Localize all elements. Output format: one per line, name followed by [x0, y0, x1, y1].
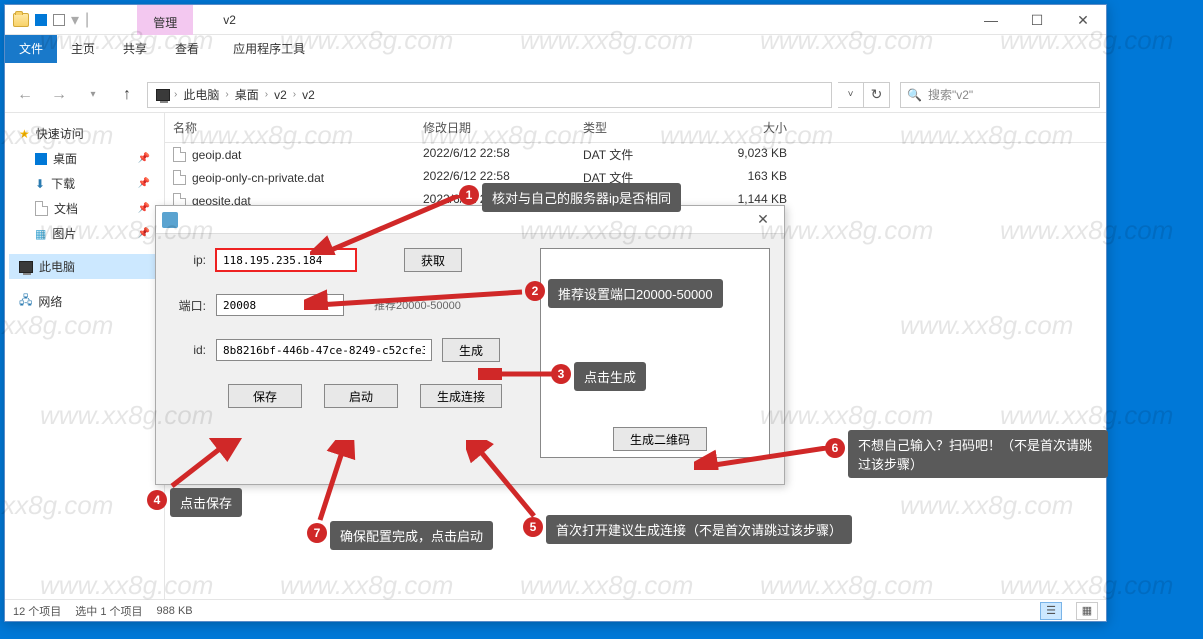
nav-recent-button[interactable]: ▾ — [79, 81, 107, 109]
config-dialog: ✕ ip: 获取 端口: 推荐20000-50000 id: 生成 保存 — [155, 205, 785, 485]
quick-access-toolbar: ▾ | — [5, 5, 97, 34]
context-tab-header: 管理 — [137, 5, 193, 35]
qat-divider: ▾ — [71, 10, 79, 30]
gen-qrcode-button[interactable]: 生成二维码 — [613, 427, 707, 451]
refresh-button[interactable]: ↻ — [864, 82, 890, 108]
nav-up-button[interactable]: ↑ — [113, 81, 141, 109]
nav-pane: ★快速访问 桌面📌 ⬇下载📌 文档📌 ▦图片📌 此电脑 🖧网络 — [5, 113, 165, 599]
maximize-button[interactable]: ☐ — [1014, 5, 1060, 35]
port-hint: 推荐20000-50000 — [374, 297, 461, 313]
qat-icon[interactable] — [35, 14, 47, 26]
nav-downloads[interactable]: ⬇下载📌 — [9, 171, 160, 196]
status-bar: 12 个项目 选中 1 个项目 988 KB ☰ ▦ — [5, 599, 1106, 621]
ip-label: ip: — [170, 253, 206, 267]
folder-icon — [13, 13, 29, 27]
file-icon — [173, 170, 186, 185]
crumb-v2-2[interactable]: v2 — [296, 88, 321, 102]
breadcrumb[interactable]: › 此电脑› 桌面› v2› v2 — [147, 82, 832, 108]
save-button[interactable]: 保存 — [228, 384, 302, 408]
close-button[interactable]: ✕ — [1060, 5, 1106, 35]
tab-view[interactable]: 查看 — [161, 35, 213, 63]
search-placeholder: 搜索"v2" — [928, 86, 973, 103]
ribbon-tabs: 文件 主页 共享 查看 应用程序工具 — [5, 35, 1106, 63]
tab-share[interactable]: 共享 — [109, 35, 161, 63]
window-title: v2 — [193, 5, 968, 34]
col-size[interactable]: 大小 — [695, 113, 795, 142]
nav-pics[interactable]: ▦图片📌 — [9, 221, 160, 246]
nav-back-button[interactable]: ← — [11, 81, 39, 109]
nav-desktop[interactable]: 桌面📌 — [9, 146, 160, 171]
search-icon: 🔍 — [907, 88, 922, 102]
desktop-icon — [35, 153, 47, 165]
status-size: 988 KB — [157, 605, 193, 617]
pic-icon: ▦ — [35, 227, 46, 241]
get-ip-button[interactable]: 获取 — [404, 248, 462, 272]
minimize-button[interactable]: — — [968, 5, 1014, 35]
pin-icon: 📌 — [138, 203, 150, 214]
col-modified[interactable]: 修改日期 — [415, 113, 575, 142]
file-row[interactable]: geoip.dat 2022/6/12 22:58 DAT 文件 9,023 K… — [165, 143, 1106, 166]
status-count: 12 个项目 — [13, 603, 61, 619]
pin-icon: 📌 — [138, 178, 150, 189]
generate-id-button[interactable]: 生成 — [442, 338, 500, 362]
file-icon — [173, 147, 186, 162]
pc-icon — [156, 89, 170, 101]
gen-link-button[interactable]: 生成连接 — [420, 384, 502, 408]
tab-file[interactable]: 文件 — [5, 35, 57, 63]
doc-icon — [35, 201, 48, 216]
qrcode-preview: 生成二维码 — [540, 248, 770, 458]
id-input[interactable] — [216, 339, 432, 361]
nav-quickaccess[interactable]: ★快速访问 — [9, 121, 160, 146]
view-details-button[interactable]: ☰ — [1040, 602, 1062, 620]
address-bar: ← → ▾ ↑ › 此电脑› 桌面› v2› v2 ˅ ↻ 🔍 搜索"v2" — [5, 77, 1106, 113]
start-button[interactable]: 启动 — [324, 384, 398, 408]
titlebar: ▾ | 管理 v2 — ☐ ✕ — [5, 5, 1106, 35]
port-label: 端口: — [170, 297, 206, 314]
dialog-titlebar: ✕ — [156, 206, 784, 234]
col-type[interactable]: 类型 — [575, 113, 695, 142]
file-row[interactable]: geoip-only-cn-private.dat 2022/6/12 22:5… — [165, 166, 1106, 189]
port-input[interactable] — [216, 294, 344, 316]
column-headers: 名称 修改日期 类型 大小 — [165, 113, 1106, 143]
crumb-thispc[interactable]: 此电脑 — [177, 86, 225, 103]
qat-icon[interactable] — [53, 14, 65, 26]
pin-icon: 📌 — [138, 153, 150, 164]
nav-forward-button: → — [45, 81, 73, 109]
star-icon: ★ — [19, 127, 30, 141]
download-icon: ⬇ — [35, 177, 45, 191]
col-name[interactable]: 名称 — [165, 113, 415, 142]
addr-dropdown[interactable]: ˅ — [838, 82, 864, 108]
crumb-v2[interactable]: v2 — [268, 88, 293, 102]
nav-network[interactable]: 🖧网络 — [9, 287, 160, 316]
network-icon: 🖧 — [19, 291, 32, 312]
ip-input[interactable] — [216, 249, 356, 271]
nav-thispc[interactable]: 此电脑 — [9, 254, 160, 279]
dialog-close-button[interactable]: ✕ — [748, 208, 778, 232]
tab-home[interactable]: 主页 — [57, 35, 109, 63]
view-icons-button[interactable]: ▦ — [1076, 602, 1098, 620]
id-label: id: — [170, 343, 206, 357]
search-box[interactable]: 🔍 搜索"v2" — [900, 82, 1100, 108]
crumb-desktop[interactable]: 桌面 — [229, 86, 265, 103]
tab-apptools[interactable]: 应用程序工具 — [219, 35, 319, 63]
nav-docs[interactable]: 文档📌 — [9, 196, 160, 221]
status-selection: 选中 1 个项目 — [75, 603, 142, 619]
pin-icon: 📌 — [138, 228, 150, 239]
app-icon — [162, 212, 178, 228]
pc-icon — [19, 261, 33, 273]
